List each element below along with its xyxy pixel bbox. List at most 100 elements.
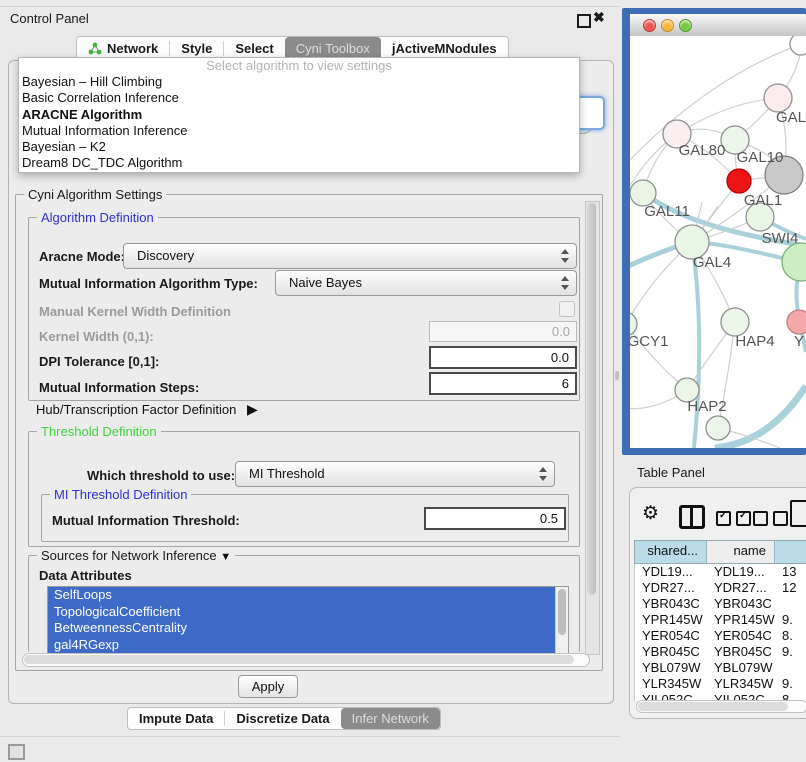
node-label: GAL <box>776 109 806 126</box>
close-traffic-light-icon[interactable] <box>643 19 656 32</box>
tab-discretize-data[interactable]: Discretize Data <box>225 708 340 729</box>
kernel-width-label: Kernel Width (0,1): <box>39 329 154 344</box>
node-gal1[interactable] <box>727 169 751 193</box>
node-label: GAL10 <box>737 149 784 166</box>
dpi-tolerance-field[interactable]: 0.0 <box>429 346 577 369</box>
table-row[interactable]: YLR345W YLR345W 9. <box>635 676 806 692</box>
deselect-all-columns-icon[interactable] <box>753 511 788 526</box>
column-header-name[interactable]: name <box>707 541 775 563</box>
network-icon <box>88 42 102 55</box>
dropdown-item[interactable]: Bayesian – K2 <box>19 139 579 155</box>
tab-discretize-data-label: Discretize Data <box>236 711 329 726</box>
expanded-arrow-icon[interactable]: ▼ <box>220 551 231 563</box>
close-icon[interactable]: ✖ <box>593 9 605 26</box>
float-window-icon[interactable] <box>577 14 591 28</box>
algorithm-definition-title: Algorithm Definition <box>37 210 158 225</box>
dropdown-item[interactable]: Dream8 DC_TDC Algorithm <box>19 155 579 171</box>
cell <box>775 596 806 612</box>
network-window-titlebar[interactable] <box>630 14 806 37</box>
table-header-row: shared... name <box>634 540 806 564</box>
table-row[interactable]: YBR043C YBR043C <box>635 596 806 612</box>
node-labels: GAL GAL80 GAL10 GAL1 GAL11 SWI4 GAL4 GCY… <box>630 109 806 415</box>
node[interactable] <box>706 416 730 440</box>
cell: YBR045C <box>707 644 775 660</box>
list-scrollbar-thumb[interactable] <box>558 589 566 635</box>
list-item[interactable]: SelfLoops <box>48 587 555 604</box>
settings-vertical-scrollbar[interactable] <box>585 201 600 655</box>
table-row[interactable]: YBL079W YBL079W <box>635 660 806 676</box>
network-view-frame: GAL GAL80 GAL10 GAL1 GAL11 SWI4 GAL4 GCY… <box>622 8 806 455</box>
new-table-icon[interactable] <box>790 500 806 527</box>
node-label: Y <box>794 333 804 350</box>
manual-kernel-width-label: Manual Kernel Width Definition <box>39 304 231 319</box>
dropdown-item[interactable]: Basic Correlation Inference <box>19 90 579 106</box>
cell: YER054C <box>635 628 707 644</box>
apply-button[interactable]: Apply <box>238 675 298 698</box>
select-all-columns-icon[interactable]: ✓ ✓ <box>716 511 751 526</box>
list-scrollbar[interactable] <box>555 587 568 653</box>
check-icon: ✓ <box>719 510 727 521</box>
node-label: GAL80 <box>679 142 726 159</box>
tab-impute-data[interactable]: Impute Data <box>128 708 224 729</box>
list-item[interactable]: gal4RGexp <box>48 637 555 654</box>
table-row[interactable]: YDR27... YDR27... 12 <box>635 580 806 596</box>
settings-horizontal-scrollbar[interactable] <box>22 653 590 667</box>
table-horizontal-scrollbar-thumb[interactable] <box>638 702 788 711</box>
table-panel-title: Table Panel <box>637 465 705 480</box>
tab-impute-data-label: Impute Data <box>139 711 213 726</box>
network-canvas[interactable]: GAL GAL80 GAL10 GAL1 GAL11 SWI4 GAL4 GCY… <box>630 36 806 448</box>
which-threshold-label: Which threshold to use: <box>87 468 235 483</box>
check-icon: ✓ <box>739 510 747 521</box>
dropdown-item-selected[interactable]: ARACNE Algorithm <box>19 107 579 123</box>
node-gal-partial[interactable] <box>764 84 792 112</box>
table-row[interactable]: YER054C YER054C 8. <box>635 628 806 644</box>
window-bottom-divider <box>0 736 620 737</box>
settings-horizontal-scrollbar-thumb[interactable] <box>24 655 574 664</box>
minimize-traffic-light-icon[interactable] <box>661 19 674 32</box>
settings-vertical-scrollbar-thumb[interactable] <box>587 203 596 595</box>
aracne-mode-combobox[interactable]: Discovery <box>123 243 577 269</box>
column-header-shared-name[interactable]: shared... <box>635 541 707 563</box>
split-columns-icon[interactable] <box>679 505 705 529</box>
tab-select-label: Select <box>235 41 273 56</box>
app-window: Control Panel ✖ Cyni Algorithm Settings … <box>0 0 806 762</box>
mi-algorithm-type-value: Naive Bayes <box>289 271 362 295</box>
tab-infer-network[interactable]: Infer Network <box>341 708 440 729</box>
collapsed-arrow-icon: ▶ <box>247 401 258 418</box>
column-header-partial[interactable] <box>775 541 806 563</box>
cyni-bottom-tabbar: Impute Data Discretize Data Infer Networ… <box>127 707 441 730</box>
which-threshold-combobox[interactable]: MI Threshold <box>235 461 555 487</box>
mi-threshold-field[interactable]: 0.5 <box>424 507 566 530</box>
mi-algorithm-type-combobox[interactable]: Naive Bayes <box>275 270 577 296</box>
cell: YER054C <box>707 628 775 644</box>
kernel-width-field[interactable]: 0.0 <box>429 321 577 342</box>
dropdown-item[interactable]: Bayesian – Hill Climbing <box>19 74 579 90</box>
node-hap4[interactable] <box>721 308 749 336</box>
table-row[interactable]: YPR145W YPR145W 9. <box>635 612 806 628</box>
node[interactable] <box>790 36 806 55</box>
table-horizontal-scrollbar[interactable] <box>636 700 806 713</box>
cell: YBR043C <box>635 596 707 612</box>
cell: YLR345W <box>707 676 775 692</box>
cell: YBL079W <box>635 660 707 676</box>
cell: YBL079W <box>707 660 775 676</box>
zoom-traffic-light-icon[interactable] <box>679 19 692 32</box>
splitpane-divider-handle[interactable] <box>615 371 619 380</box>
manual-kernel-width-checkbox[interactable] <box>559 301 575 317</box>
combo-stepper-icon <box>561 248 569 264</box>
aracne-mode-value: Discovery <box>137 244 194 268</box>
list-item[interactable]: TopologicalCoefficient <box>48 604 555 621</box>
node-green-hub[interactable] <box>782 243 806 281</box>
table-row[interactable]: YDL19... YDL19... 13 <box>635 564 806 580</box>
list-item[interactable]: BetweennessCentrality <box>48 620 555 637</box>
gear-icon[interactable]: ⚙ <box>642 502 659 525</box>
collapsed-panel-icon[interactable] <box>8 744 25 760</box>
dropdown-item[interactable]: Mutual Information Inference <box>19 123 579 139</box>
hub-definition-toggle[interactable]: Hub/Transcription Factor Definition ▶ <box>36 401 258 418</box>
node-salmon[interactable] <box>787 310 806 334</box>
aracne-mode-label: Aracne Mode: <box>39 249 125 264</box>
node-label: HAP4 <box>735 333 774 350</box>
table-row[interactable]: YBR045C YBR045C 9. <box>635 644 806 660</box>
mi-steps-field[interactable]: 6 <box>429 372 577 395</box>
data-attributes-list[interactable]: SelfLoops TopologicalCoefficient Between… <box>47 586 569 654</box>
